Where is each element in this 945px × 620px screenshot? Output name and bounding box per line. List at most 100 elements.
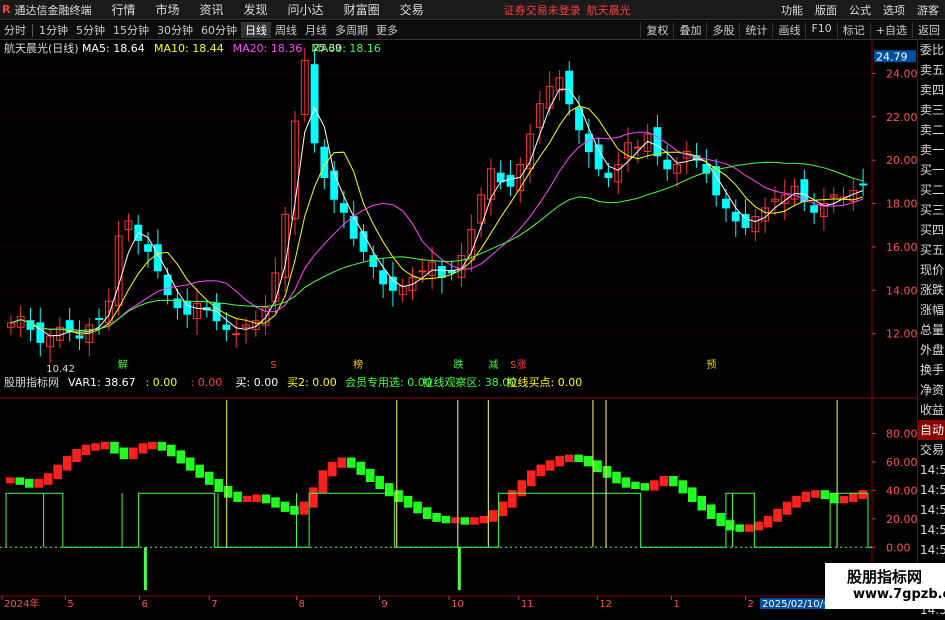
indicator-bar [706, 504, 716, 519]
ma-legend-1: MA10: 18.44 [154, 42, 224, 55]
menu-item-ask[interactable]: 问小达 [288, 1, 324, 18]
indicator-bar [394, 490, 403, 502]
stats-button[interactable]: 统计 [739, 22, 772, 38]
indicator-bar [517, 480, 527, 497]
overlay-button[interactable]: 叠加 [673, 22, 706, 38]
date-tick-label: 9 [381, 599, 387, 609]
candle-body [349, 216, 358, 239]
indicator-bar [185, 457, 195, 471]
menu-item-discover[interactable]: 发现 [244, 1, 268, 18]
candlestick-series [6, 47, 868, 364]
indicator-tick-label: 0.00 [886, 541, 911, 554]
indicator-bar [688, 487, 697, 502]
candle-body [163, 274, 172, 296]
side-panel-item[interactable]: 涨幅 [918, 300, 945, 320]
back-button[interactable]: 返回 [912, 22, 945, 38]
candle-body [418, 270, 427, 273]
event-marker: 减 [488, 359, 498, 371]
menu-item-wealth[interactable]: 财富圈 [344, 1, 380, 18]
app-logo: R [2, 3, 11, 16]
period-multi[interactable]: 多周期 [331, 22, 372, 38]
side-panel-item[interactable]: 买四 [918, 220, 945, 240]
indicator-bar [801, 491, 811, 502]
indicator-bar [318, 470, 328, 494]
login-notice[interactable]: 证券交易未登录 [504, 2, 581, 18]
side-panel-item[interactable]: 14:56 [918, 460, 945, 480]
period-daily[interactable]: 日线 [241, 22, 271, 38]
current-price-label: 24.79 [876, 50, 908, 63]
period-timeshare[interactable]: 分时 [0, 22, 30, 38]
add-watchlist-button[interactable]: +自选 [869, 22, 912, 38]
side-panel-item[interactable]: 收益 [918, 400, 945, 420]
side-panel-item[interactable]: 买二 [918, 180, 945, 200]
chart-labels: 航天晨光(日线) MA5: 18.64 MA10: 18.44 MA20: 18.36… [4, 41, 917, 609]
f10-button[interactable]: F10 [805, 22, 836, 38]
layout-button[interactable]: 版面 [815, 2, 837, 18]
formula-button[interactable]: 公式 [849, 2, 871, 18]
kline-chart[interactable]: 航天晨光(日线) MA5: 18.64 MA10: 18.44 MA20: 18.36… [0, 40, 917, 609]
side-panel-item[interactable]: 买一 [918, 160, 945, 180]
side-panel-item[interactable]: 委比 [918, 40, 945, 60]
function-button[interactable]: 功能 [781, 2, 803, 18]
chart-frame [0, 40, 917, 609]
stock-name-title: 航天晨光 [586, 3, 631, 17]
candle-body [183, 300, 192, 315]
candle-body [232, 333, 241, 336]
options-button[interactable]: 选项 [883, 2, 905, 18]
mark-button[interactable]: 标记 [836, 22, 870, 38]
side-panel-item[interactable]: 现价 [918, 260, 945, 280]
side-panel-item[interactable]: 自动 [918, 420, 945, 440]
side-panel-item[interactable]: 外盘 [918, 340, 945, 360]
side-panel-item[interactable]: 14:56 [918, 520, 945, 540]
price-tick-label: 20.00 [886, 154, 917, 167]
side-panel-item[interactable]: 涨跌 [918, 280, 945, 300]
side-panel-item[interactable]: 卖五 [918, 60, 945, 80]
indicator-bar [337, 457, 347, 468]
side-panel-item[interactable]: 卖一 [918, 140, 945, 160]
indicator-bar [792, 495, 801, 508]
draw-button[interactable]: 画线 [772, 22, 805, 38]
period-weekly[interactable]: 周线 [271, 22, 301, 38]
indicator-tick-label: 60.00 [886, 456, 917, 469]
indicator-bar [716, 513, 725, 527]
period-1min[interactable]: 1分钟 [35, 22, 72, 38]
period-more[interactable]: 更多 [372, 22, 402, 38]
period-60min[interactable]: 60分钟 [197, 22, 241, 38]
indicator-tick-label: 80.00 [886, 427, 917, 440]
side-panel-item[interactable]: 交易 [918, 440, 945, 460]
indicator-bar [489, 510, 498, 522]
period-15min[interactable]: 15分钟 [109, 22, 153, 38]
adjust-button[interactable]: 复权 [640, 22, 673, 38]
menu-item-trade[interactable]: 交易 [400, 1, 424, 18]
side-panel-item[interactable]: 14:56 [918, 480, 945, 500]
candle-body [653, 127, 662, 157]
indicator-bar [669, 476, 678, 487]
side-panel-item[interactable]: 买五 [918, 240, 945, 260]
side-panel-item[interactable]: 卖二 [918, 120, 945, 140]
menu-item-market[interactable]: 行情 [111, 1, 135, 18]
candle-body [437, 265, 446, 278]
menu-item-news[interactable]: 资讯 [200, 1, 224, 18]
side-panel-item[interactable]: 14:56 [918, 540, 945, 560]
indicator-legend-5: 会员专用选: 0.00 [345, 375, 432, 389]
low-price-label: 10.42 [46, 364, 75, 375]
side-panel-item[interactable]: 卖四 [918, 80, 945, 100]
candle-body [810, 205, 819, 213]
period-monthly[interactable]: 月线 [301, 22, 331, 38]
indicator-bar [119, 447, 129, 460]
indicator-bar [526, 470, 536, 487]
indicator-bar [470, 517, 479, 525]
side-panel-item[interactable]: 14:56 [918, 500, 945, 520]
side-panel-item[interactable]: 换手 [918, 360, 945, 380]
side-panel-item[interactable]: 买三 [918, 200, 945, 220]
period-30min[interactable]: 30分钟 [153, 22, 197, 38]
side-panel-item[interactable]: 卖三 [918, 100, 945, 120]
guest-button[interactable]: 游客 [917, 2, 939, 18]
side-panel-item[interactable]: 净资 [918, 380, 945, 400]
side-panel-item[interactable]: 总量 [918, 320, 945, 340]
menu-item-exchange[interactable]: 市场 [156, 1, 180, 18]
multi-stock-button[interactable]: 多股 [706, 22, 739, 38]
candle-body [310, 64, 319, 144]
period-5min[interactable]: 5分钟 [72, 22, 109, 38]
candle-body [36, 322, 45, 343]
